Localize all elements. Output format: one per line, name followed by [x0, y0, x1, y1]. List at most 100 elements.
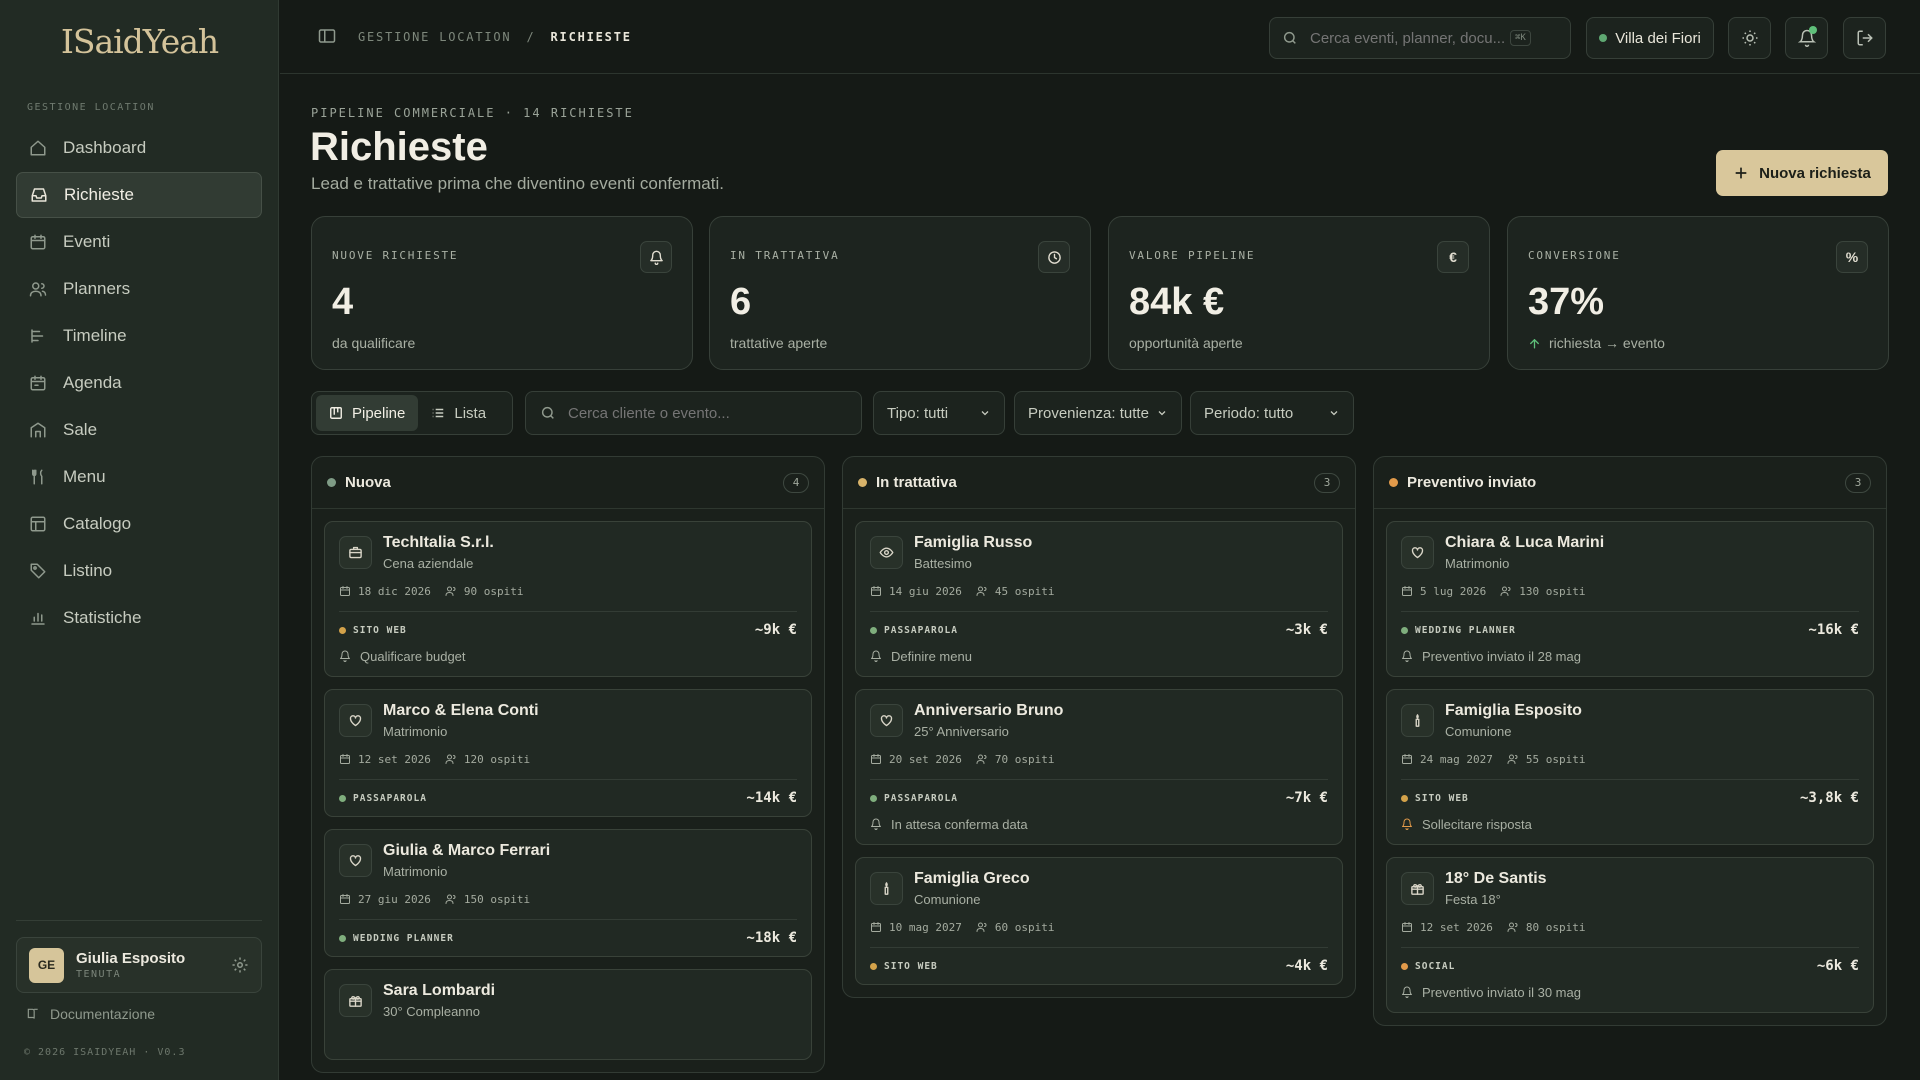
sidebar: ISaidYeah GESTIONE LOCATION Dashboard Ric…: [0, 0, 279, 1080]
euro-icon: €: [1437, 241, 1469, 273]
search-icon: [1282, 30, 1298, 46]
logout-button[interactable]: [1843, 17, 1886, 59]
request-card[interactable]: Marco & Elena Conti Matrimonio 12 set 2026…: [324, 689, 812, 817]
calendar-icon: [339, 585, 351, 597]
pipeline-column: Nuova 4 TechItalia S.r.l. Cena aziendale 18 …: [311, 456, 825, 1073]
notifications-button[interactable]: [1785, 17, 1828, 59]
source-dot: [1401, 962, 1408, 970]
card-meta: 10 mag 2027 60 ospiti: [870, 919, 1328, 935]
candle-icon: [870, 872, 903, 905]
card-amount: ~14k €: [746, 790, 797, 806]
sidebar-item-catalogo[interactable]: Catalogo: [16, 501, 262, 547]
sidebar-item-label: Planners: [63, 279, 131, 298]
card-guests: 90 ospiti: [463, 584, 524, 598]
card-client-name: Marco & Elena Conti: [383, 702, 539, 719]
user-card[interactable]: GE Giulia Esposito TENUTA: [16, 937, 262, 993]
pipeline-column: Preventivo inviato 3 Chiara & Luca Marini M…: [1373, 456, 1887, 1026]
sidebar-item-dashboard[interactable]: Dashboard: [16, 125, 262, 171]
request-card[interactable]: Chiara & Luca Marini Matrimonio 5 lug 2026…: [1386, 521, 1874, 677]
card-task-text: Preventivo inviato il 30 mag: [1422, 984, 1581, 1000]
card-task: Qualificare budget: [339, 644, 797, 676]
card-footer: SITO WEB ~4k €: [870, 948, 1328, 984]
request-card[interactable]: Sara Lombardi 30° Compleanno: [324, 969, 812, 1060]
theme-toggle-button[interactable]: [1728, 17, 1771, 59]
card-meta: 5 lug 2026 130 ospiti: [1401, 583, 1859, 599]
column-count: 3: [1314, 472, 1340, 493]
request-card[interactable]: Giulia & Marco Ferrari Matrimonio 27 giu 2…: [324, 829, 812, 957]
gear-icon[interactable]: [231, 956, 249, 974]
source-filter-select[interactable]: Provenienza: tutte: [1014, 391, 1182, 435]
column-header: In trattativa 3: [843, 457, 1355, 509]
sidebar-item-listino[interactable]: Listino: [16, 548, 262, 594]
sidebar-item-menu[interactable]: Menu: [16, 454, 262, 500]
sidebar-item-statistiche[interactable]: Statistiche: [16, 595, 262, 641]
card-client-name: Famiglia Greco: [914, 870, 1030, 887]
venue-selector[interactable]: Villa dei Fiori: [1586, 17, 1714, 59]
sidebar-item-sale[interactable]: Sale: [16, 407, 262, 453]
card-client-name: Giulia & Marco Ferrari: [383, 842, 551, 859]
sidebar-item-eventi[interactable]: Eventi: [16, 219, 262, 265]
card-client-name: Famiglia Esposito: [1445, 702, 1582, 719]
stat-icon-text: %: [1845, 249, 1859, 265]
kanban-icon: [329, 406, 343, 420]
sidebar-divider: [16, 920, 262, 921]
card-meta: 20 set 2026 70 ospiti: [870, 751, 1328, 767]
card-event-type: Matrimonio: [1445, 556, 1510, 571]
card-source: WEDDING PLANNER: [1415, 624, 1516, 636]
card-footer: PASSAPAROLA ~7k €: [870, 780, 1328, 816]
sidebar-item-agenda[interactable]: Agenda: [16, 360, 262, 406]
heart-icon: [339, 844, 372, 877]
user-name: Giulia Esposito: [76, 950, 186, 967]
app-logo[interactable]: ISaidYeah: [0, 22, 279, 61]
sidebar-toggle-icon[interactable]: [318, 28, 336, 44]
sidebar-item-planners[interactable]: Planners: [16, 266, 262, 312]
stat-note: trattative aperte: [730, 335, 827, 351]
candle-icon: [1401, 704, 1434, 737]
filter-search-input[interactable]: [568, 404, 828, 422]
sidebar-item-label: Eventi: [63, 232, 111, 251]
sidebar-item-timeline[interactable]: Timeline: [16, 313, 262, 359]
request-card[interactable]: Anniversario Bruno 25° Anniversario 20 set…: [855, 689, 1343, 845]
card-amount: ~3,8k €: [1799, 790, 1859, 806]
request-card[interactable]: Famiglia Esposito Comunione 24 mag 2027 55 …: [1386, 689, 1874, 845]
card-event-type: Cena aziendale: [383, 556, 474, 571]
calendar-icon: [1401, 921, 1413, 933]
sidebar-item-richieste[interactable]: Richieste: [16, 172, 262, 218]
bar-chart-icon: [29, 609, 47, 627]
card-amount: ~18k €: [746, 930, 797, 946]
period-filter-select[interactable]: Periodo: tutto: [1190, 391, 1354, 435]
new-request-button[interactable]: Nuova richiesta: [1716, 150, 1888, 196]
global-search[interactable]: ⌘K: [1269, 17, 1571, 59]
request-card[interactable]: Famiglia Greco Comunione 10 mag 2027 60 osp…: [855, 857, 1343, 985]
bell-icon: [870, 650, 882, 662]
card-event-type: Matrimonio: [383, 864, 448, 879]
card-meta: 18 dic 2026 90 ospiti: [339, 583, 797, 599]
column-cards: Chiara & Luca Marini Matrimonio 5 lug 2026…: [1374, 509, 1886, 1013]
tag-icon: [29, 562, 47, 580]
documentation-link[interactable]: Documentazione: [26, 1006, 155, 1022]
card-amount: ~3k €: [1285, 622, 1328, 638]
type-filter-select[interactable]: Tipo: tutti: [873, 391, 1005, 435]
card-task: Preventivo inviato il 28 mag: [1401, 644, 1859, 676]
card-source: SITO WEB: [353, 624, 407, 636]
stat-note: da qualificare: [332, 335, 415, 351]
card-amount: ~6k €: [1816, 958, 1859, 974]
filter-search[interactable]: [525, 391, 862, 435]
column-header: Preventivo inviato 3: [1374, 457, 1886, 509]
breadcrumb-current: RICHIESTE: [550, 30, 632, 44]
stat-note-text: opportunità aperte: [1129, 335, 1243, 351]
source-dot: [1401, 626, 1408, 634]
card-task: Definire menu: [870, 644, 1328, 676]
view-pipeline-button[interactable]: Pipeline: [316, 395, 419, 431]
stat-value: 84k €: [1129, 281, 1225, 323]
breadcrumb-root[interactable]: GESTIONE LOCATION: [358, 30, 511, 44]
calendar-icon: [1401, 585, 1413, 597]
view-switcher: Pipeline Lista: [311, 391, 513, 435]
view-list-button[interactable]: Lista: [418, 395, 499, 431]
request-card[interactable]: 18° De Santis Festa 18° 12 set 2026 80 ospi…: [1386, 857, 1874, 1013]
stat-card: IN TRATTATIVA 6 trattative aperte: [709, 216, 1091, 370]
card-guests: 45 ospiti: [994, 584, 1055, 598]
request-card[interactable]: Famiglia Russo Battesimo 14 giu 2026 45 osp…: [855, 521, 1343, 677]
global-search-input[interactable]: [1310, 29, 1510, 47]
request-card[interactable]: TechItalia S.r.l. Cena aziendale 18 dic 20…: [324, 521, 812, 677]
